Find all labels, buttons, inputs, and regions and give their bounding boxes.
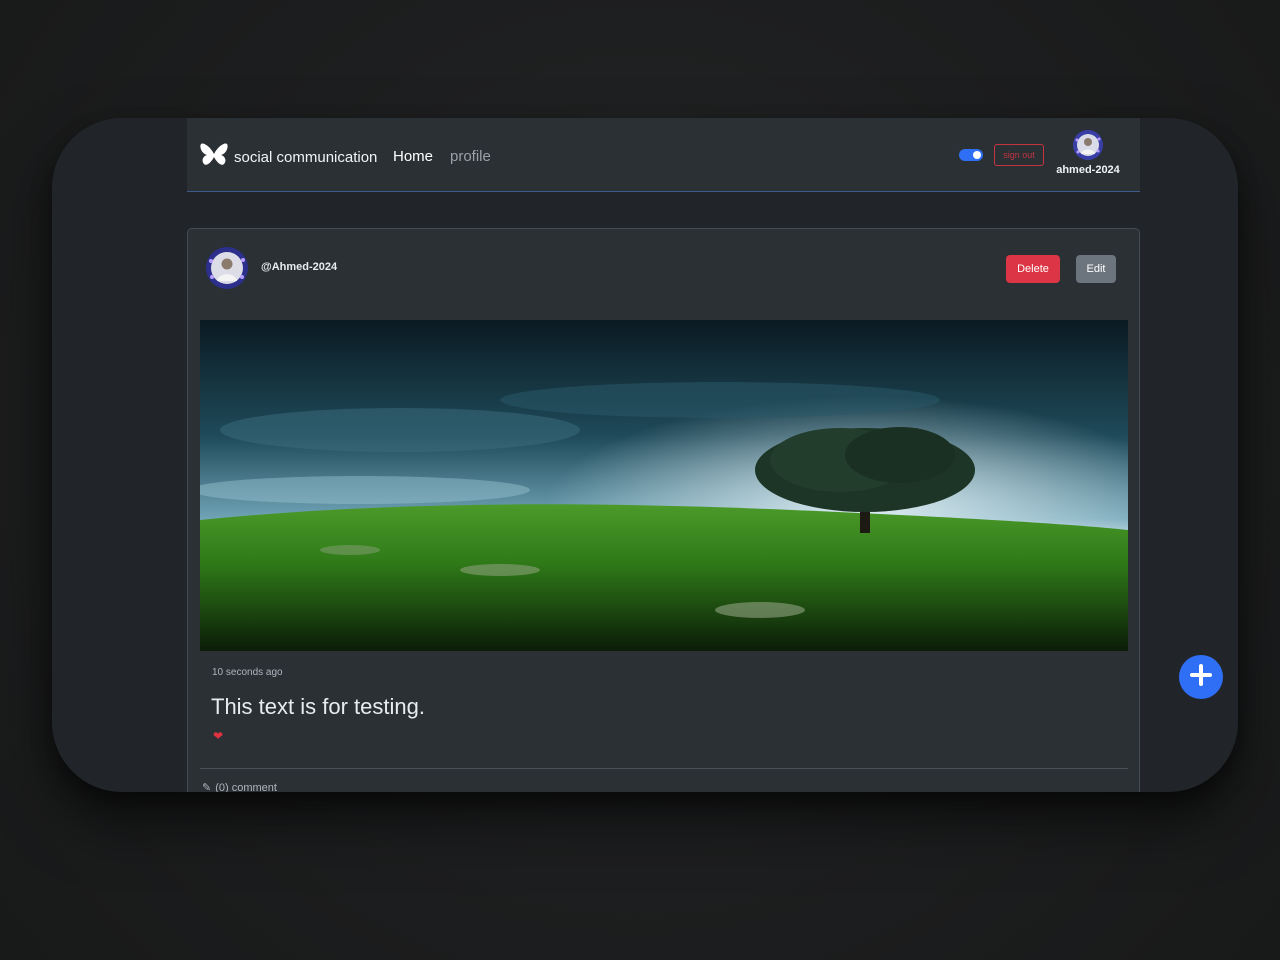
post-timestamp: 10 seconds ago	[212, 667, 283, 678]
nav-link-profile[interactable]: profile	[450, 148, 491, 165]
brand-name: social communication	[234, 149, 378, 166]
edit-button[interactable]: Edit	[1076, 255, 1116, 283]
toggle-knob	[973, 151, 981, 159]
post-card: @Ahmed-2024 Delete Edit 10 seconds ago T…	[187, 228, 1140, 792]
comment-count: (0) comment	[215, 781, 277, 793]
pencil-icon: ✎	[202, 782, 212, 792]
delete-button[interactable]: Delete	[1006, 255, 1060, 283]
heart-icon[interactable]: ❤	[213, 729, 223, 743]
brand[interactable]: social communication	[200, 142, 377, 173]
post-author-name[interactable]: @Ahmed-2024	[261, 261, 337, 273]
post-image	[200, 320, 1128, 651]
app-screen: social communication Home profile sign o…	[52, 118, 1238, 792]
comment-link[interactable]: ✎ (0) comment	[202, 781, 277, 793]
navbar: social communication Home profile sign o…	[187, 118, 1140, 192]
butterfly-icon	[200, 142, 228, 173]
theme-toggle[interactable]	[959, 149, 983, 161]
sign-out-button[interactable]: sign out	[994, 144, 1044, 166]
nav-username: ahmed-2024	[1056, 164, 1120, 176]
divider	[200, 768, 1128, 769]
post-author-avatar[interactable]	[206, 247, 248, 289]
post-text: This text is for testing.	[211, 694, 425, 719]
plus-icon	[1188, 662, 1214, 693]
avatar[interactable]	[1073, 130, 1103, 160]
add-post-button[interactable]	[1179, 655, 1223, 699]
device-frame: social communication Home profile sign o…	[52, 118, 1238, 792]
nav-link-home[interactable]: Home	[393, 148, 433, 165]
